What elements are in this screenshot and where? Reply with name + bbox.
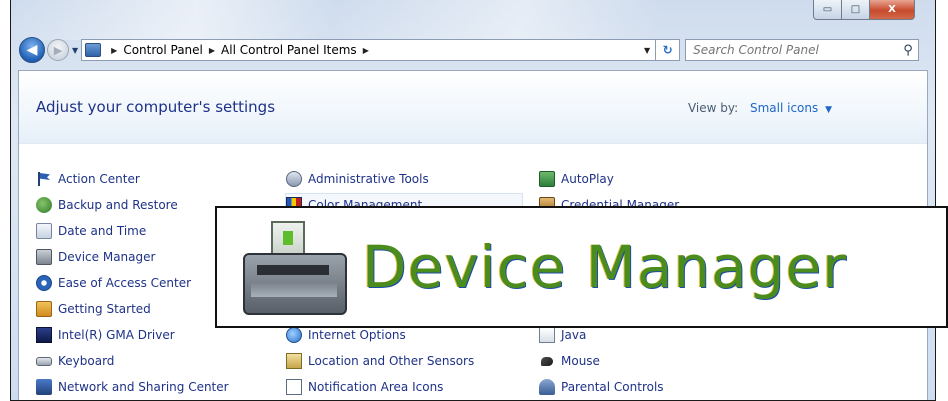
icon-slot [257,265,329,275]
keyboard-icon [36,356,52,366]
refresh-button[interactable]: ↻ [656,39,681,61]
chevron-right-icon[interactable]: ▶ [209,46,215,55]
control-panel-window: ▭ □ X ◀ ▶ ▼ ▶ Control Panel ▶ All Contro… [10,0,936,401]
item-notification-area[interactable]: Notification Area Icons [286,376,443,398]
action-center-flag-icon [36,171,52,187]
view-by-dropdown[interactable]: Small icons [750,101,818,115]
date-time-icon [36,223,52,239]
internet-options-icon [286,327,302,343]
device-manager-icon [243,217,348,317]
java-icon [539,327,555,343]
item-intel-gma[interactable]: Intel(R) GMA Driver [36,324,175,346]
item-keyboard[interactable]: Keyboard [36,350,114,372]
caption-buttons: ▭ □ X [813,0,915,20]
item-mouse[interactable]: Mouse [539,350,600,372]
page-title: Adjust your computer's settings [36,98,276,116]
device-manager-icon [36,249,52,265]
title-bar [11,0,935,40]
backup-restore-icon [36,197,52,213]
getting-started-icon [36,301,52,317]
item-label: Intel(R) GMA Driver [58,328,175,342]
forward-button[interactable]: ▶ [47,39,69,61]
autoplay-icon [539,171,555,187]
item-getting-started[interactable]: Getting Started [36,298,151,320]
item-label: Notification Area Icons [308,380,444,394]
chevron-down-icon[interactable]: ▼ [825,105,832,115]
parental-controls-icon [539,379,555,395]
notification-area-icon [286,379,302,395]
item-location-sensors[interactable]: Location and Other Sensors [286,350,474,372]
item-label: Getting Started [58,302,151,316]
item-parental-controls[interactable]: Parental Controls [539,376,664,398]
item-label: Device Manager [58,250,156,264]
location-sensors-icon [286,353,302,369]
item-label: Action Center [58,172,140,186]
item-label: AutoPlay [561,172,614,186]
chevron-right-icon[interactable]: ▶ [363,46,369,55]
address-bar[interactable]: ▶ Control Panel ▶ All Control Panel Item… [81,39,657,61]
item-label: Internet Options [308,328,406,342]
intel-gma-icon [36,327,52,343]
item-label: Java [561,328,587,342]
item-date-time[interactable]: Date and Time [36,220,146,242]
item-administrative-tools[interactable]: Administrative Tools [286,168,429,190]
content-header: Adjust your computer's settings View by:… [19,71,927,144]
search-icon[interactable]: ⚲ [898,43,918,58]
minimize-button[interactable]: ▭ [813,0,842,20]
mouse-icon [541,356,553,366]
item-label: Backup and Restore [58,198,178,212]
item-label: Location and Other Sensors [308,354,475,368]
item-label: Mouse [561,354,600,368]
view-by-label: View by: [687,101,739,115]
back-button[interactable]: ◀ [19,37,45,63]
item-autoplay[interactable]: AutoPlay [539,168,614,190]
view-by: View by: Small icons ▼ [688,101,832,115]
icon-chip [283,231,293,245]
item-device-manager[interactable]: Device Manager [36,246,155,268]
item-network-sharing[interactable]: Network and Sharing Center [36,376,229,398]
address-dropdown-icon[interactable]: ▼ [644,46,650,55]
item-label: Network and Sharing Center [58,380,229,394]
maximize-button[interactable]: □ [842,0,870,20]
search-box[interactable]: ⚲ [685,39,919,61]
search-input[interactable] [693,43,898,57]
item-ease-of-access[interactable]: Ease of Access Center [36,272,191,294]
control-panel-icon [85,43,102,57]
breadcrumb-control-panel[interactable]: Control Panel [123,43,203,57]
ease-of-access-icon [36,275,52,291]
item-label: Administrative Tools [308,172,429,186]
item-label: Parental Controls [561,380,664,394]
administrative-tools-icon [286,171,302,187]
item-label: Date and Time [58,224,147,238]
item-backup-restore[interactable]: Backup and Restore [36,194,178,216]
breadcrumb-all-items[interactable]: All Control Panel Items [221,43,357,57]
zoom-callout: Device Manager [215,206,948,328]
close-button[interactable]: X [870,0,915,20]
item-action-center[interactable]: Action Center [36,168,140,190]
recent-pages-dropdown[interactable]: ▼ [72,46,78,55]
network-sharing-icon [36,379,52,395]
item-label: Ease of Access Center [58,276,192,290]
icon-band [251,283,337,297]
item-label: Keyboard [58,354,115,368]
navigation-bar: ◀ ▶ ▼ ▶ Control Panel ▶ All Control Pane… [19,37,919,63]
chevron-right-icon[interactable]: ▶ [111,46,117,55]
callout-label: Device Manager [362,233,848,301]
